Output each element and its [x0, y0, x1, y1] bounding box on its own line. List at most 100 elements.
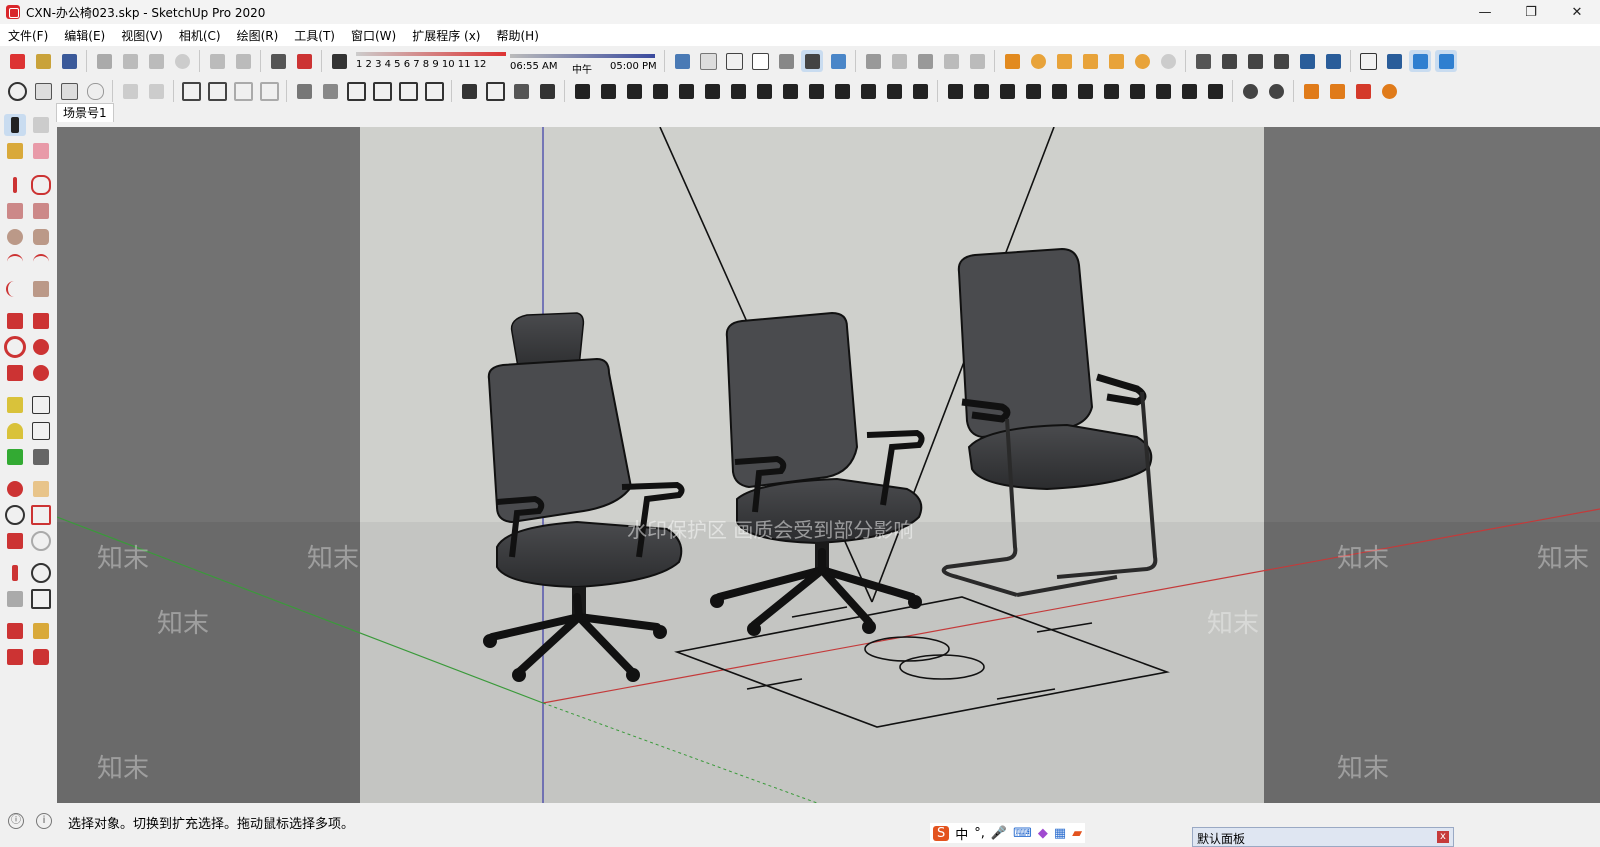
section-plane-tool[interactable] [30, 588, 52, 610]
new-file-button[interactable] [6, 50, 28, 72]
ext-tool-39[interactable] [1048, 80, 1070, 102]
sandbox-button[interactable] [940, 50, 962, 72]
ext-tool-8[interactable] [206, 80, 228, 102]
ext-tool-26[interactable] [701, 80, 723, 102]
erase-selected-button[interactable] [171, 50, 193, 72]
perspective-button[interactable] [1435, 50, 1457, 72]
line-tool[interactable] [4, 174, 26, 196]
ext-tool-51[interactable] [1378, 80, 1400, 102]
ime-mode[interactable]: 中 [955, 824, 968, 843]
extension-warehouse-button[interactable] [914, 50, 936, 72]
sogou-logo[interactable]: S [933, 825, 950, 841]
ext-tool-40[interactable] [1074, 80, 1096, 102]
select-tool[interactable] [4, 114, 26, 136]
paste-button[interactable] [145, 50, 167, 72]
model-viewport[interactable]: 知末 知末 知末 知末 知末 知末 知末 知末 水印保护区 画质会受到部分影响 [57, 127, 1600, 803]
ext-tool-36[interactable] [970, 80, 992, 102]
geo-location-icon[interactable]: ⓘ [8, 813, 24, 829]
axes-tool-button[interactable] [1357, 50, 1379, 72]
ext-tool-19[interactable] [510, 80, 532, 102]
model-info-button[interactable] [293, 50, 315, 72]
panel-close-button[interactable]: x [1437, 831, 1449, 843]
share-model-tool[interactable] [4, 646, 26, 668]
dimension-tool[interactable] [30, 394, 52, 416]
scale-tool[interactable] [4, 362, 26, 384]
default-tray-panel[interactable]: 默认面板 x [1192, 827, 1454, 847]
ext-tool-14[interactable] [371, 80, 393, 102]
eraser-tool[interactable] [30, 140, 52, 162]
ext-tool-6[interactable] [145, 80, 167, 102]
ext-tool-23[interactable] [623, 80, 645, 102]
ext-tool-3[interactable] [58, 80, 80, 102]
ext-tool-30[interactable] [805, 80, 827, 102]
plugin-tool-7[interactable] [1157, 50, 1179, 72]
menu-help[interactable]: 帮助(H) [488, 27, 546, 44]
zoom-extents-tool[interactable] [4, 530, 26, 552]
ext-tool-16[interactable] [423, 80, 445, 102]
arc-tool[interactable] [4, 252, 26, 274]
cut-button[interactable] [93, 50, 115, 72]
ext-tool-12[interactable] [319, 80, 341, 102]
keyboard-icon[interactable]: ⌨ [1013, 826, 1032, 841]
circle-tool[interactable] [4, 226, 26, 248]
ext-tool-9[interactable] [232, 80, 254, 102]
ext-tool-4[interactable] [84, 80, 106, 102]
ext-tool-24[interactable] [649, 80, 671, 102]
ext-tool-41[interactable] [1100, 80, 1122, 102]
previous-view-tool[interactable] [30, 530, 52, 552]
print-button[interactable] [267, 50, 289, 72]
layer-tool-4[interactable] [1270, 50, 1292, 72]
ext-tool-21[interactable] [571, 80, 593, 102]
redo-button[interactable] [232, 50, 254, 72]
axes-tool[interactable] [4, 446, 26, 468]
layer-tool-2[interactable] [1218, 50, 1240, 72]
push-pull-tool[interactable] [30, 310, 52, 332]
two-point-arc-tool[interactable] [30, 252, 52, 274]
follow-me-tool[interactable] [30, 336, 52, 358]
open-file-button[interactable] [32, 50, 54, 72]
ext-tool-15[interactable] [397, 80, 419, 102]
plugin-tool-6[interactable] [1131, 50, 1153, 72]
ext-tool-32[interactable] [857, 80, 879, 102]
minimize-button[interactable]: — [1462, 0, 1508, 24]
ext-tool-10[interactable] [258, 80, 280, 102]
ruby-tool[interactable] [30, 646, 52, 668]
ext-tool-18[interactable] [484, 80, 506, 102]
look-around-tool[interactable] [30, 562, 52, 584]
layer-tool-3[interactable] [1244, 50, 1266, 72]
pan-tool[interactable] [30, 478, 52, 500]
monochrome-button[interactable] [827, 50, 849, 72]
skin-icon[interactable]: ◆ [1038, 826, 1048, 841]
zoom-window-tool[interactable] [30, 504, 52, 526]
rotate-tool[interactable] [4, 336, 26, 358]
shadow-toggle-button[interactable] [328, 50, 350, 72]
info-icon[interactable]: i [36, 813, 52, 829]
tape-measure-tool[interactable] [4, 394, 26, 416]
layer-tool-6[interactable] [1322, 50, 1344, 72]
ext-tool-25[interactable] [675, 80, 697, 102]
undo-button[interactable] [206, 50, 228, 72]
layer-tool-1[interactable] [1192, 50, 1214, 72]
ext-tool-11[interactable] [293, 80, 315, 102]
ext-tool-33[interactable] [883, 80, 905, 102]
ext-tool-22[interactable] [597, 80, 619, 102]
component-button[interactable] [888, 50, 910, 72]
ext-tool-31[interactable] [831, 80, 853, 102]
ext-tool-2[interactable] [32, 80, 54, 102]
ext-tool-47[interactable] [1265, 80, 1287, 102]
iso-view-button[interactable] [1409, 50, 1431, 72]
menu-window[interactable]: 窗口(W) [343, 27, 404, 44]
plugin-tool-1[interactable] [1001, 50, 1023, 72]
menu-view[interactable]: 视图(V) [113, 27, 171, 44]
shaded-textures-button[interactable] [801, 50, 823, 72]
move-tool[interactable] [4, 310, 26, 332]
ext-tool-49[interactable] [1326, 80, 1348, 102]
scene-tab-1[interactable]: 场景号1 [56, 103, 114, 122]
ext-tool-29[interactable] [779, 80, 801, 102]
ext-tool-13[interactable] [345, 80, 367, 102]
ext-tool-17[interactable] [458, 80, 480, 102]
hidden-line-button[interactable] [749, 50, 771, 72]
freehand-tool[interactable] [30, 174, 52, 196]
3d-text-tool[interactable] [30, 446, 52, 468]
plugin-tool-3[interactable] [1053, 50, 1075, 72]
